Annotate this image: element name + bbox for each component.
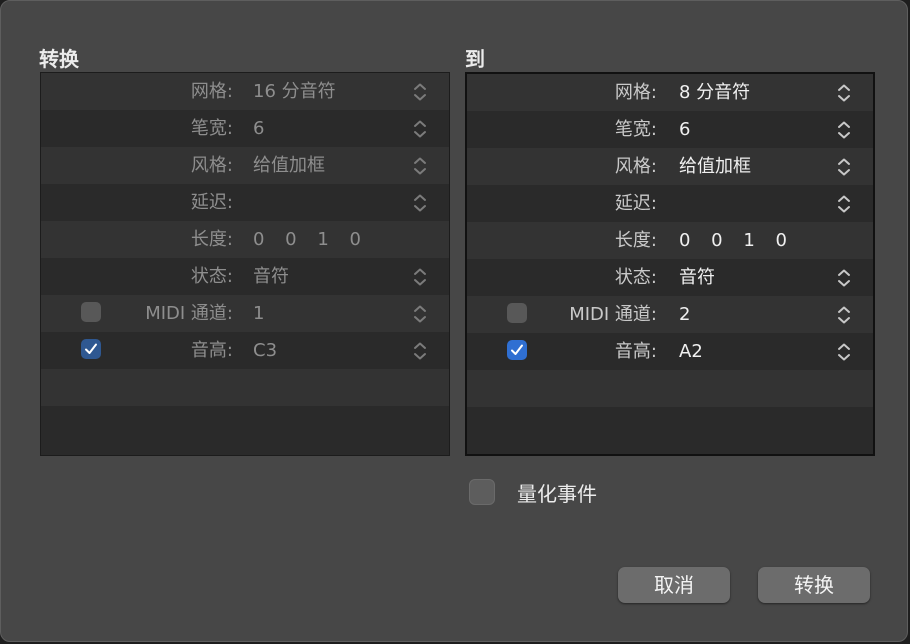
parameter-value[interactable]: 音符 [253,258,289,295]
parameter-label: 状态: [614,267,657,288]
empty-row [41,406,449,455]
parameter-value[interactable]: 0 0 1 0 [253,221,364,258]
parameter-row[interactable]: 笔宽: 6 [467,111,873,148]
parameter-label: 延迟: [190,192,233,213]
parameter-value[interactable]: A2 [679,333,703,370]
parameter-value[interactable]: 8 分音符 [679,74,750,111]
up-down-chevron-icon[interactable] [837,342,851,362]
parameter-label: 长度: [190,229,233,250]
row-enable-checkbox[interactable] [81,302,101,322]
up-down-chevron-icon[interactable] [837,305,851,325]
row-enable-checkbox[interactable] [507,340,527,360]
parameter-row[interactable]: 长度: 0 0 1 0 [467,222,873,259]
convert-button[interactable]: 转换 [758,567,870,603]
parameter-label: 网格: [614,82,657,103]
convert-dialog: 转换 到 网格: 16 分音符 笔宽: 6 风格: 给值加框 延迟: 长度: 0 0 1 0 状态… [0,0,908,642]
up-down-chevron-icon[interactable] [413,119,427,139]
parameter-row[interactable]: 延迟: [467,185,873,222]
parameter-label: 网格: [190,81,233,102]
parameter-value[interactable]: 6 [679,111,690,148]
to-parameter-list[interactable]: 网格: 8 分音符 笔宽: 6 风格: 给值加框 延迟: 长度: 0 0 1 0 状态: 音符 MID… [465,72,875,456]
parameter-row[interactable]: 长度: 0 0 1 0 [41,221,449,258]
quantize-events-label: 量化事件 [517,481,597,506]
parameter-value[interactable]: C3 [253,332,277,369]
parameter-label: 风格: [190,155,233,176]
parameter-row[interactable]: 延迟: [41,184,449,221]
empty-row [41,369,449,406]
parameter-value[interactable]: 1 [253,295,264,332]
parameter-row[interactable]: 状态: 音符 [41,258,449,295]
parameter-label: 长度: [614,230,657,251]
parameter-label: 风格: [614,156,657,177]
up-down-chevron-icon[interactable] [413,193,427,213]
parameter-row[interactable]: 状态: 音符 [467,259,873,296]
up-down-chevron-icon[interactable] [413,267,427,287]
parameter-row[interactable]: 音高: A2 [467,333,873,370]
parameter-row[interactable]: 网格: 8 分音符 [467,74,873,111]
up-down-chevron-icon[interactable] [413,304,427,324]
parameter-value[interactable]: 给值加框 [679,148,751,185]
checkmark-icon [511,344,523,355]
parameter-row[interactable]: 风格: 给值加框 [41,147,449,184]
parameter-value[interactable]: 2 [679,296,690,333]
parameter-value[interactable]: 给值加框 [253,147,325,184]
parameter-row[interactable]: MIDI 通道: 1 [41,295,449,332]
up-down-chevron-icon[interactable] [837,194,851,214]
parameter-row[interactable]: 网格: 16 分音符 [41,73,449,110]
parameter-label: 音高: [190,340,233,361]
up-down-chevron-icon[interactable] [413,156,427,176]
parameter-label: 笔宽: [190,118,233,139]
row-enable-checkbox[interactable] [507,303,527,323]
up-down-chevron-icon[interactable] [837,83,851,103]
up-down-chevron-icon[interactable] [837,120,851,140]
quantize-events-option[interactable]: 量化事件 [469,479,597,506]
empty-row [467,370,873,407]
up-down-chevron-icon[interactable] [413,82,427,102]
checkmark-icon [85,343,97,354]
up-down-chevron-icon[interactable] [837,157,851,177]
parameter-label: 笔宽: [614,119,657,140]
parameter-row[interactable]: MIDI 通道: 2 [467,296,873,333]
parameter-label: MIDI 通道: [145,303,233,324]
quantize-events-checkbox[interactable] [469,479,495,505]
parameter-label: MIDI 通道: [569,304,657,325]
to-section-title: 到 [465,47,485,71]
parameter-value[interactable]: 0 0 1 0 [679,222,790,259]
parameter-row[interactable]: 笔宽: 6 [41,110,449,147]
parameter-label: 延迟: [614,193,657,214]
from-section-title: 转换 [39,47,79,71]
parameter-label: 状态: [190,266,233,287]
empty-row [467,407,873,454]
up-down-chevron-icon[interactable] [413,341,427,361]
parameter-row[interactable]: 风格: 给值加框 [467,148,873,185]
cancel-button[interactable]: 取消 [618,567,730,603]
row-enable-checkbox[interactable] [81,339,101,359]
parameter-value[interactable]: 16 分音符 [253,73,336,110]
from-parameter-list[interactable]: 网格: 16 分音符 笔宽: 6 风格: 给值加框 延迟: 长度: 0 0 1 0 状态: 音符 MI… [40,72,450,456]
parameter-label: 音高: [614,341,657,362]
parameter-value[interactable]: 6 [253,110,264,147]
parameter-row[interactable]: 音高: C3 [41,332,449,369]
up-down-chevron-icon[interactable] [837,268,851,288]
parameter-value[interactable]: 音符 [679,259,715,296]
